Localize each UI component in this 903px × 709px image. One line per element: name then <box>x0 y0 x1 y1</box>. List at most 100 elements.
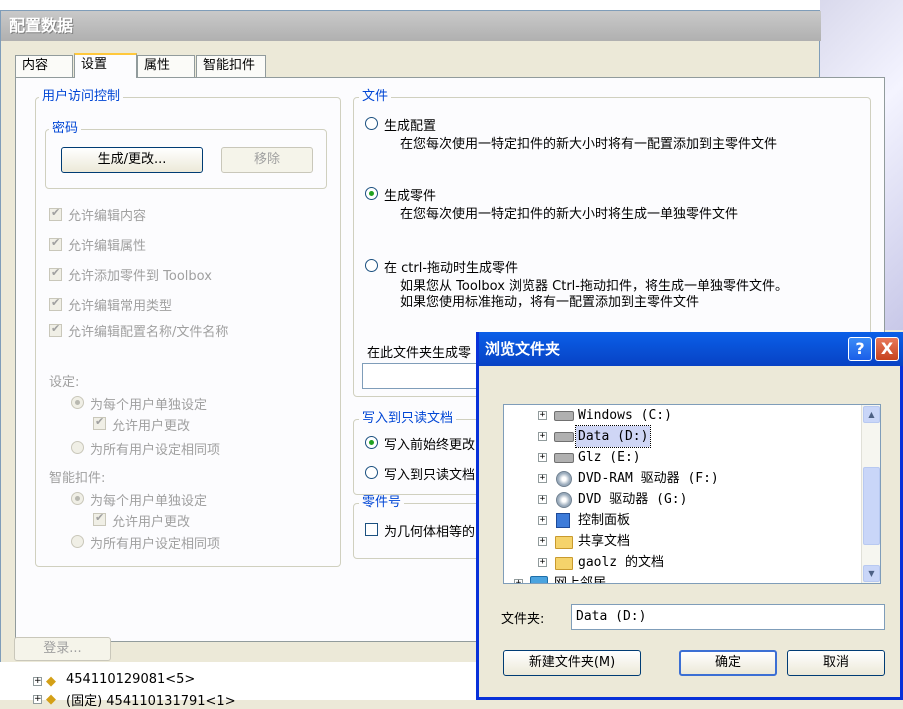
tree-row[interactable]: + DVD-RAM 驱动器 (F:) <box>504 468 860 489</box>
settings-all-users-radio[interactable] <box>71 441 84 454</box>
smart-fastener-label: 智能扣件: <box>49 471 106 486</box>
file-group-title: 文件 <box>359 89 392 105</box>
tree-label[interactable]: 控制面板 <box>576 510 632 531</box>
folder-icon <box>555 536 573 549</box>
allow-edit-properties-label: 允许编辑属性 <box>68 239 147 254</box>
tab-properties[interactable]: 属性 <box>137 55 195 77</box>
smart-allow-change-label: 允许用户更改 <box>112 515 191 530</box>
expander-icon[interactable]: + <box>538 474 547 483</box>
network-icon <box>530 576 548 583</box>
expander-icon[interactable]: + <box>538 516 547 525</box>
expander-icon[interactable]: + <box>538 453 547 462</box>
scroll-up-icon[interactable]: ▲ <box>863 406 880 423</box>
expander-icon[interactable]: + <box>538 432 547 441</box>
generate-change-button[interactable]: 生成/更改... <box>61 147 203 173</box>
readonly-group <box>353 419 493 495</box>
settings-allow-change-label: 允许用户更改 <box>112 419 191 434</box>
tree-row[interactable]: + Data (D:) <box>504 425 860 448</box>
allow-edit-config-names-checkbox[interactable] <box>49 322 62 337</box>
window-title: 配置数据 <box>1 11 821 41</box>
tree-row[interactable]: + Glz (E:) <box>504 447 860 468</box>
smart-allow-change-checkbox[interactable] <box>93 511 106 526</box>
expander-icon[interactable]: + <box>538 537 547 546</box>
always-change-radio[interactable] <box>365 436 378 449</box>
close-button[interactable]: X <box>875 337 899 361</box>
folder-input[interactable]: Data (D:) <box>571 604 885 630</box>
allow-add-parts-label: 允许添加零件到 Toolbox <box>68 269 212 284</box>
write-readonly-radio[interactable] <box>365 466 378 479</box>
tree-expander[interactable]: + <box>33 677 42 686</box>
dialog-title: 浏览文件夹 <box>479 332 903 366</box>
scroll-thumb[interactable] <box>863 467 880 545</box>
expander-icon[interactable]: + <box>538 558 547 567</box>
ctrl-drag-label: 在 ctrl-拖动时生成零件 <box>384 261 519 276</box>
allow-add-parts-checkbox[interactable] <box>49 266 62 281</box>
tab-content[interactable]: 内容 <box>15 55 73 77</box>
background-feature-tree: + ◆ 454110129081<5> + ◆ (固定) 45411013179… <box>0 662 480 709</box>
tree-label[interactable]: Windows (C:) <box>576 405 674 426</box>
help-button[interactable]: ? <box>848 337 872 361</box>
allow-edit-types-checkbox[interactable] <box>49 296 62 311</box>
tree-row[interactable]: + DVD 驱动器 (G:) <box>504 489 860 510</box>
settings-per-user-label: 为每个用户单独设定 <box>90 398 208 413</box>
tree-row[interactable]: + Windows (C:) <box>504 405 860 426</box>
tree-label[interactable]: DVD-RAM 驱动器 (F:) <box>576 468 721 489</box>
folder-tree[interactable]: + Windows (C:) + Data (D:) + Glz (E:) + … <box>503 404 881 584</box>
expander-icon[interactable]: + <box>538 411 547 420</box>
tree-label[interactable]: DVD 驱动器 (G:) <box>576 489 689 510</box>
smart-all-users-radio[interactable] <box>71 535 84 548</box>
folder-path-label: 在此文件夹生成零 <box>367 346 472 361</box>
generate-config-label: 生成配置 <box>384 119 437 134</box>
password-title: 密码 <box>49 121 82 137</box>
expander-icon[interactable]: + <box>514 579 523 583</box>
generate-config-desc: 在您每次使用一特定扣件的新大小时将有一配置添加到主零件文件 <box>400 137 778 152</box>
equal-geometry-label: 为几何体相等的 <box>384 525 476 540</box>
generate-config-radio[interactable] <box>365 117 378 130</box>
generate-part-radio[interactable] <box>365 187 378 200</box>
allow-edit-content-checkbox[interactable] <box>49 206 62 221</box>
tree-row[interactable]: + 控制面板 <box>504 510 860 531</box>
ctrl-drag-radio[interactable] <box>365 259 378 272</box>
part-icon: ◆ <box>46 692 56 707</box>
part-icon: ◆ <box>46 674 56 689</box>
new-folder-button[interactable]: 新建文件夹(M) <box>503 650 641 676</box>
settings-all-users-label: 为所有用户设定相同项 <box>90 443 221 458</box>
write-readonly-label: 写入到只读文档 <box>384 468 476 483</box>
tree-row[interactable]: + 网上邻居 <box>504 573 860 583</box>
generate-part-desc: 在您每次使用一特定扣件的新大小时将生成一单独零件文件 <box>400 207 739 222</box>
folder-path-input[interactable] <box>362 363 492 389</box>
tree-item-part-1[interactable]: 454110129081<5> <box>66 672 195 687</box>
always-change-label: 写入前始终更改 <box>384 438 476 453</box>
tab-smart-fasteners[interactable]: 智能扣件 <box>196 55 266 77</box>
tree-label[interactable]: Data (D:) <box>574 425 652 448</box>
tree-row[interactable]: + gaolz 的文档 <box>504 552 860 573</box>
expander-icon[interactable]: + <box>538 495 547 504</box>
smart-per-user-radio[interactable] <box>71 492 84 505</box>
tree-label[interactable]: gaolz 的文档 <box>576 552 666 573</box>
allow-edit-types-label: 允许编辑常用类型 <box>68 299 173 314</box>
tree-scrollbar[interactable]: ▲ ▼ <box>861 405 880 583</box>
settings-per-user-radio[interactable] <box>71 396 84 409</box>
equal-geometry-checkbox[interactable] <box>365 523 378 536</box>
ok-button[interactable]: 确定 <box>679 650 777 676</box>
smart-all-users-label: 为所有用户设定相同项 <box>90 537 221 552</box>
login-button[interactable]: 登录... <box>14 637 111 661</box>
allow-edit-content-label: 允许编辑内容 <box>68 209 147 224</box>
ctrl-drag-desc: 如果您从 Toolbox 浏览器 Ctrl-拖动扣件，将生成一单独零件文件。如果… <box>400 279 788 310</box>
cancel-button[interactable]: 取消 <box>787 650 885 676</box>
allow-edit-properties-checkbox[interactable] <box>49 236 62 251</box>
folder-label: 文件夹: <box>501 612 545 627</box>
scroll-down-icon[interactable]: ▼ <box>863 565 880 582</box>
tree-label[interactable]: 网上邻居 <box>552 573 608 583</box>
generate-part-label: 生成零件 <box>384 189 437 204</box>
browse-folder-dialog: 浏览文件夹 ? X + Windows (C:) + Data (D:) + G… <box>476 332 903 700</box>
settings-allow-change-checkbox[interactable] <box>93 415 106 430</box>
cd-drive-icon <box>556 471 572 487</box>
remove-button[interactable]: 移除 <box>221 147 313 173</box>
allow-edit-config-names-label: 允许编辑配置名称/文件名称 <box>68 325 229 340</box>
settings-label: 设定: <box>49 375 80 390</box>
tab-settings[interactable]: 设置 <box>74 53 137 78</box>
tree-label[interactable]: Glz (E:) <box>576 447 643 468</box>
tree-row[interactable]: + 共享文档 <box>504 531 860 552</box>
tree-label[interactable]: 共享文档 <box>576 531 632 552</box>
